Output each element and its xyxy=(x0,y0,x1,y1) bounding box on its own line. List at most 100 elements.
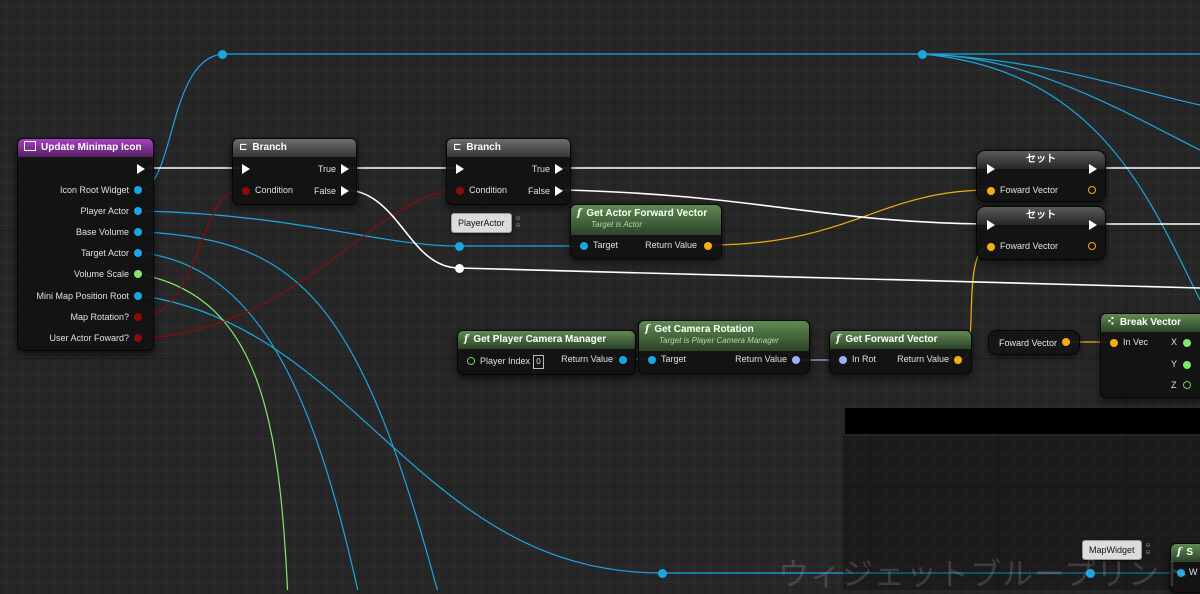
node-subtitle: Target is Player Camera Manager xyxy=(659,336,779,345)
base-volume-pin[interactable] xyxy=(134,228,142,236)
foward-vector-output-pin[interactable] xyxy=(1088,186,1096,194)
wire-map-rotation xyxy=(143,189,241,318)
reroute-node-exec[interactable] xyxy=(455,264,464,273)
variable-label: Foward Vector xyxy=(999,338,1058,348)
exec-input-pin[interactable] xyxy=(987,220,995,230)
function-icon: f xyxy=(836,334,841,345)
condition-label: Condition xyxy=(255,185,294,195)
target-label: Target xyxy=(593,240,619,250)
player-index-input[interactable]: 0 xyxy=(533,355,544,369)
map-rotation-pin[interactable] xyxy=(134,313,142,321)
node-header: f Get Camera Rotation Target is Player Ca… xyxy=(639,321,809,351)
return-value-pin[interactable] xyxy=(704,242,712,250)
exec-output-pin[interactable] xyxy=(137,164,145,174)
node-title: Get Actor Forward Vector xyxy=(586,208,708,219)
in-vec-pin[interactable] xyxy=(1110,339,1118,347)
node-title: Branch xyxy=(466,142,501,153)
volume-scale-pin[interactable] xyxy=(134,270,142,278)
return-value-label: Return Value xyxy=(735,354,787,364)
pin-label: Target Actor xyxy=(80,248,129,258)
node-header: f Get Actor Forward Vector Target is Acto… xyxy=(571,205,721,235)
wire-volume-scale xyxy=(143,274,289,590)
node-title: Get Forward Vector xyxy=(845,334,938,345)
exec-input-pin[interactable] xyxy=(456,164,464,174)
wire-top-branch-b xyxy=(921,53,1200,106)
player-index-pin[interactable] xyxy=(467,357,475,365)
update-minimap-icon-node[interactable]: Update Minimap Icon Icon Root Widget Pla… xyxy=(17,138,154,351)
target-pin[interactable] xyxy=(580,242,588,250)
pin-label: Player Actor xyxy=(80,206,129,216)
true-label: True xyxy=(531,164,550,174)
player-actor-pin[interactable] xyxy=(134,207,142,215)
pin-label: Map Rotation? xyxy=(70,312,129,322)
foward-vector-output-pin[interactable] xyxy=(1088,242,1096,250)
true-label: True xyxy=(317,164,336,174)
node-title: Get Camera Rotation xyxy=(654,324,754,335)
get-camera-rotation-node[interactable]: f Get Camera Rotation Target is Player Ca… xyxy=(638,320,810,374)
node-title: Update Minimap Icon xyxy=(41,142,142,153)
true-exec-pin[interactable] xyxy=(555,164,563,174)
exec-output-pin[interactable] xyxy=(1089,164,1097,174)
condition-pin[interactable] xyxy=(456,187,464,195)
branch-node-2[interactable]: ⊏ Branch True Condition False xyxy=(446,138,571,205)
get-forward-vector-node[interactable]: f Get Forward Vector In Rot Return Value xyxy=(829,330,972,374)
exec-input-pin[interactable] xyxy=(242,164,250,174)
node-header: f Get Player Camera Manager xyxy=(458,331,635,349)
icon-root-widget-pin[interactable] xyxy=(134,186,142,194)
set-node-2[interactable]: セット Foward Vector xyxy=(976,206,1106,260)
node-header: f Get Forward Vector xyxy=(830,331,971,349)
break-icon: ⠪ xyxy=(1107,317,1115,328)
foward-vector-label: Foward Vector xyxy=(1000,185,1059,195)
node-header: ⊏ Branch xyxy=(233,139,356,157)
x-label: X xyxy=(1171,337,1178,347)
exec-output-pin[interactable] xyxy=(1089,220,1097,230)
get-player-camera-manager-node[interactable]: f Get Player Camera Manager Player Index … xyxy=(457,330,636,375)
target-pin[interactable] xyxy=(648,356,656,364)
pin-label: Mini Map Position Root xyxy=(36,291,129,301)
node-header: ⠪ Break Vector xyxy=(1101,314,1200,332)
reroute-node-top-left[interactable] xyxy=(218,50,227,59)
branch-icon: ⊏ xyxy=(239,142,248,153)
set-node-1[interactable]: セット Foward Vector xyxy=(976,150,1106,202)
mini-map-position-root-pin[interactable] xyxy=(134,292,142,300)
in-rot-label: In Rot xyxy=(852,354,877,364)
in-rot-pin[interactable] xyxy=(839,356,847,364)
comment-collapse-icon[interactable]: ⊖ ⊖ xyxy=(516,216,521,230)
x-pin[interactable] xyxy=(1183,339,1191,347)
wire-base-volume xyxy=(143,231,438,590)
return-value-pin[interactable] xyxy=(792,356,800,364)
false-label: False xyxy=(527,186,550,196)
branch-node-1[interactable]: ⊏ Branch True Condition False xyxy=(232,138,357,205)
false-exec-pin[interactable] xyxy=(555,186,563,196)
return-value-label: Return Value xyxy=(897,354,949,364)
reroute-node-bottom[interactable] xyxy=(658,569,667,578)
y-label: Y xyxy=(1171,359,1178,369)
reroute-node-player-actor[interactable] xyxy=(455,242,464,251)
exec-input-pin[interactable] xyxy=(987,164,995,174)
variable-output-pin[interactable] xyxy=(1062,338,1070,346)
false-exec-pin[interactable] xyxy=(341,186,349,196)
z-pin[interactable] xyxy=(1183,381,1191,389)
true-exec-pin[interactable] xyxy=(341,164,349,174)
z-label: Z xyxy=(1171,380,1177,390)
user-actor-foward-pin[interactable] xyxy=(134,334,142,342)
return-value-pin[interactable] xyxy=(619,356,627,364)
break-vector-node[interactable]: ⠪ Break Vector In Vec X Y Z xyxy=(1100,313,1200,398)
pin-label: Volume Scale xyxy=(73,269,129,279)
reroute-node-top-right[interactable] xyxy=(918,50,927,59)
get-actor-forward-vector-node[interactable]: f Get Actor Forward Vector Target is Acto… xyxy=(570,204,722,259)
comment-bubble-player-actor[interactable]: PlayerActor ⊖ ⊖ xyxy=(451,213,521,233)
foward-vector-variable-node[interactable]: Foward Vector xyxy=(988,330,1080,355)
foward-vector-input-pin[interactable] xyxy=(987,243,995,251)
target-actor-pin[interactable] xyxy=(134,249,142,257)
return-value-pin[interactable] xyxy=(954,356,962,364)
false-label: False xyxy=(313,186,336,196)
comment-text: PlayerActor xyxy=(458,218,505,228)
node-title: Break Vector xyxy=(1119,317,1181,328)
condition-pin[interactable] xyxy=(242,187,250,195)
wire-player-actor xyxy=(143,210,460,247)
node-title: Branch xyxy=(252,142,287,153)
y-pin[interactable] xyxy=(1183,361,1191,369)
node-header: セット xyxy=(977,207,1105,225)
foward-vector-input-pin[interactable] xyxy=(987,187,995,195)
